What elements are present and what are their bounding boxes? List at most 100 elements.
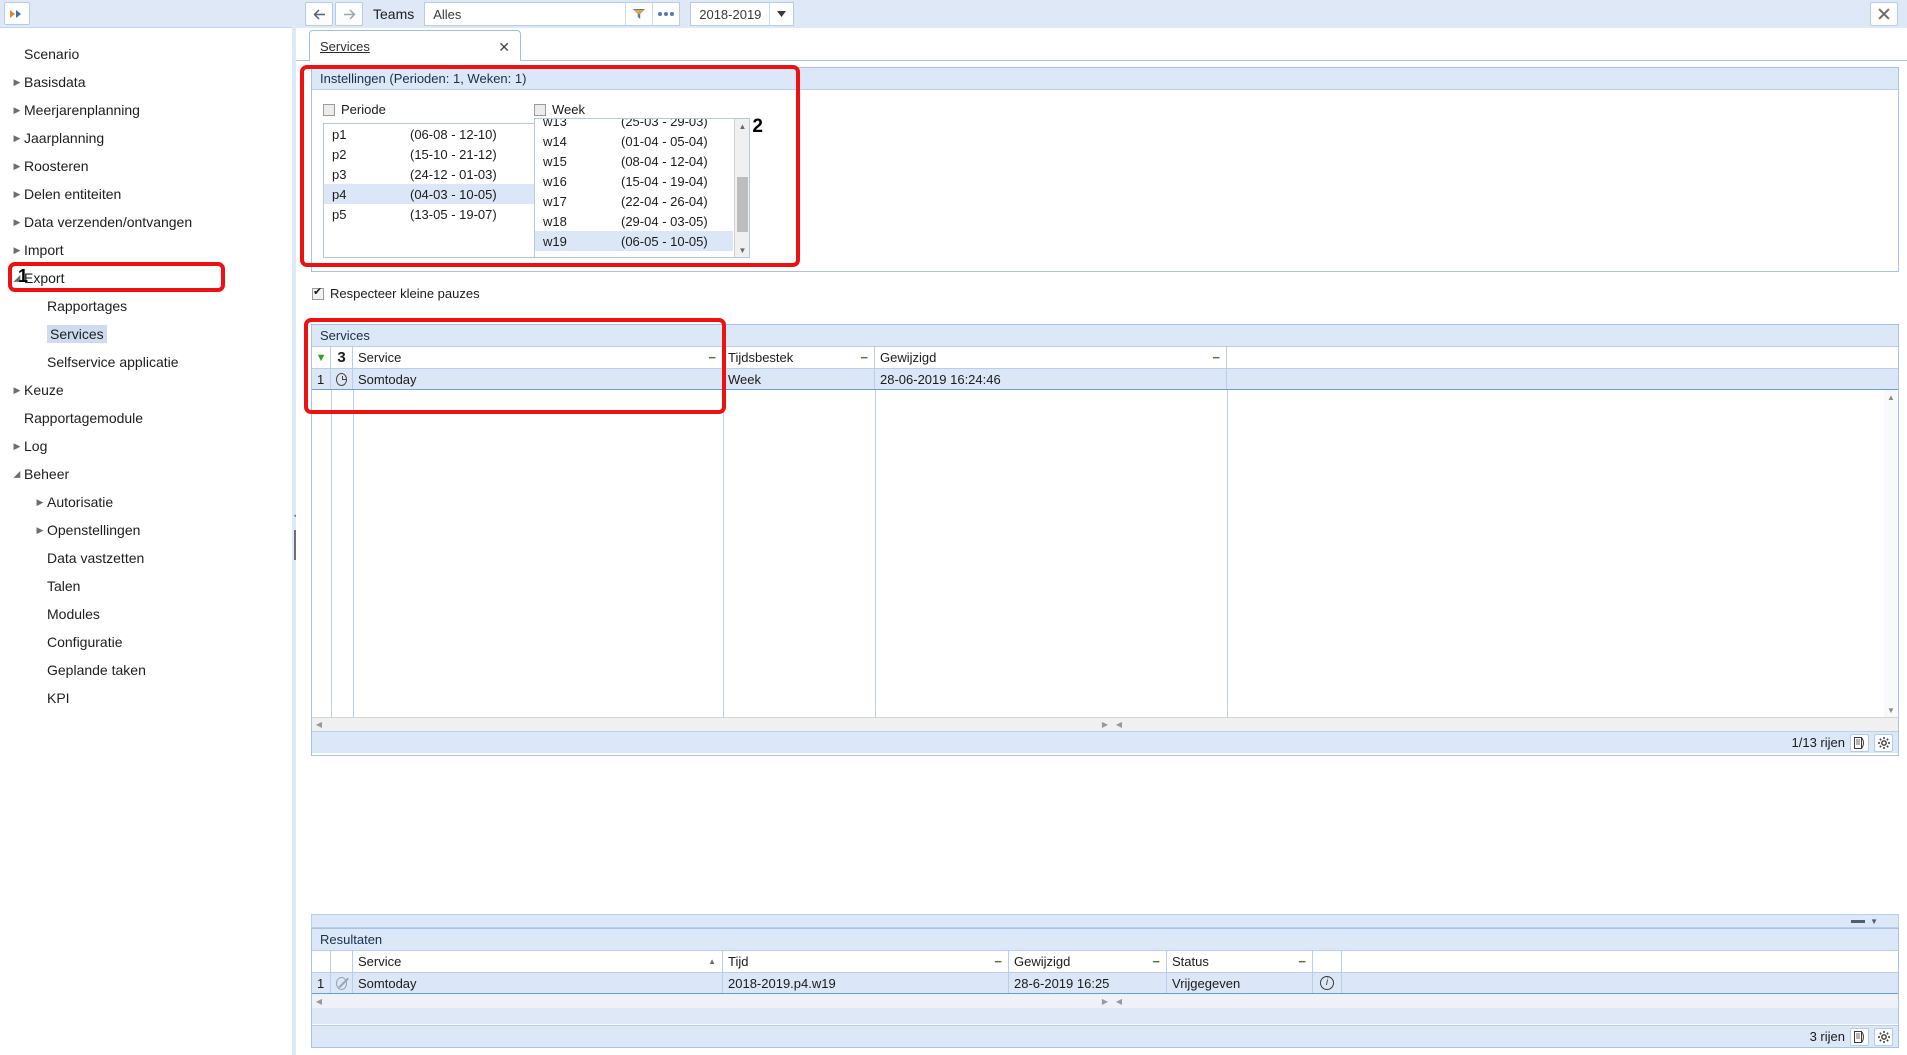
periode-list-item[interactable]: p3 (24-12 - 01-03) [324, 164, 538, 184]
results-horizontal-scrollbar[interactable]: ◀ ▶ ◀ [312, 994, 1898, 1008]
gear-icon[interactable] [1874, 1027, 1893, 1046]
sidebar-item-export[interactable]: ◥ Export [0, 264, 295, 292]
chevron-down-icon[interactable]: ◥ [12, 467, 23, 481]
sidebar-item-rapportages[interactable]: ▶Rapportages [0, 292, 295, 320]
periode-list-item[interactable]: p4 (04-03 - 10-05) [324, 184, 538, 204]
scroll-right-icon[interactable]: ▶ [1098, 997, 1112, 1006]
close-icon[interactable]: ✕ [498, 40, 510, 54]
scroll-right-icon[interactable]: ▶ [1098, 720, 1112, 729]
week-list-item[interactable]: w19 (06-05 - 10-05) [535, 231, 733, 251]
sidebar-item-kpi[interactable]: ▶KPI [0, 684, 295, 712]
sidebar-item-basisdata[interactable]: ▶ Basisdata [0, 68, 295, 96]
sidebar-item-autorisatie[interactable]: ▶ Autorisatie [0, 488, 295, 516]
chevron-right-icon[interactable]: ▶ [10, 441, 24, 452]
chevron-right-icon[interactable]: ▶ [10, 245, 24, 256]
sidebar-item-geplande-taken[interactable]: ▶Geplande taken [0, 656, 295, 684]
expand-panel-icon[interactable] [4, 2, 30, 25]
sidebar-item-configuratie[interactable]: ▶Configuratie [0, 628, 295, 656]
week-checkbox-row[interactable]: Week [534, 102, 585, 117]
arrow-left-icon[interactable] [305, 2, 333, 26]
services-vertical-scrollbar[interactable]: ▲ ▼ [1884, 390, 1898, 753]
periode-listbox[interactable]: p1 (06-08 - 12-10) p2 (15-10 - 21-12) p3 (24-… [323, 123, 539, 258]
sidebar-item-jaarplanning[interactable]: ▶ Jaarplanning [0, 124, 295, 152]
week-scrollbar[interactable]: ▲ ▼ [734, 119, 749, 257]
arrow-right-icon[interactable] [335, 2, 363, 26]
tab-services[interactable]: Services ✕ [309, 30, 521, 62]
export-list-icon[interactable] [1850, 1027, 1869, 1046]
scroll-down-icon[interactable]: ▼ [735, 243, 749, 257]
week-list-item[interactable]: w13 (25-03 - 29-03) [535, 119, 733, 131]
column-header-status[interactable]: Status − [1167, 951, 1313, 972]
sidebar-item-rapportagemodule[interactable]: ▶Rapportagemodule [0, 404, 295, 432]
column-menu-icon[interactable]: − [1298, 954, 1306, 969]
funnel-dropdown-icon[interactable] [626, 3, 653, 25]
sidebar-item-beheer[interactable]: ◥ Beheer [0, 460, 295, 488]
respect-pauses-checkbox[interactable] [312, 286, 324, 300]
sidebar-item-delen-entiteiten[interactable]: ▶ Delen entiteiten [0, 180, 295, 208]
sidebar-item-openstellingen[interactable]: ▶ Openstellingen [0, 516, 295, 544]
column-header-tijd[interactable]: Tijd − [723, 951, 1009, 972]
info-icon[interactable]: i [1313, 973, 1342, 993]
scroll-up-icon[interactable]: ▲ [1884, 390, 1898, 404]
table-row[interactable]: 1 Somtoday 2018-2019.p4.w19 28-6-2019 16… [312, 973, 1898, 994]
respect-pauses-row[interactable]: Respecteer kleine pauzes [312, 286, 480, 301]
ellipsis-icon[interactable] [653, 3, 680, 25]
teams-combo[interactable]: Alles [424, 2, 681, 26]
sidebar-item-selfservice-applicatie[interactable]: ▶Selfservice applicatie [0, 348, 295, 376]
scrollbar-thumb[interactable] [737, 177, 748, 232]
column-header-tijdsbestek[interactable]: Tijdsbestek − [723, 347, 875, 368]
services-horizontal-scrollbar[interactable]: ◀ ▶ ◀ [312, 717, 1898, 731]
column-menu-icon[interactable]: − [1152, 954, 1160, 969]
column-header-gewijzigd[interactable]: Gewijzigd − [875, 347, 1227, 368]
splitter-chevron-icon[interactable]: ▼ [1870, 917, 1878, 926]
chevron-down-icon[interactable] [770, 3, 794, 25]
scroll-down-icon[interactable]: ▼ [1884, 703, 1898, 717]
sidebar-item-data-verzenden-ontvangen[interactable]: ▶ Data verzenden/ontvangen [0, 208, 295, 236]
week-list-item[interactable]: w15 (08-04 - 12-04) [535, 151, 733, 171]
grids-splitter[interactable]: ▼ [311, 914, 1899, 928]
chevron-right-icon[interactable]: ▶ [10, 161, 24, 172]
week-list-item[interactable]: w17 (22-04 - 26-04) [535, 191, 733, 211]
chevron-right-icon[interactable]: ▶ [10, 77, 24, 88]
chevron-right-icon[interactable]: ▶ [33, 525, 47, 536]
column-header-service[interactable]: Service − [353, 347, 723, 368]
table-row[interactable]: 1 Somtoday Week 28-06-2019 16:24:46 [312, 369, 1898, 390]
sidebar-item-import[interactable]: ▶ Import [0, 236, 295, 264]
scroll-left-icon[interactable]: ◀ [312, 720, 326, 729]
chevron-right-icon[interactable]: ▶ [10, 217, 24, 228]
chevron-right-icon[interactable]: ▶ [33, 497, 47, 508]
column-menu-icon[interactable]: − [708, 350, 716, 365]
periode-checkbox[interactable] [323, 103, 335, 116]
sidebar-item-keuze[interactable]: ▶ Keuze [0, 376, 295, 404]
sidebar-item-meerjarenplanning[interactable]: ▶ Meerjarenplanning [0, 96, 295, 124]
gear-icon[interactable] [1874, 733, 1893, 752]
sidebar-item-services[interactable]: ▶Services [0, 320, 295, 348]
periode-list-item[interactable]: p2 (15-10 - 21-12) [324, 144, 538, 164]
column-menu-icon[interactable]: − [860, 350, 868, 365]
close-icon[interactable] [1870, 2, 1898, 26]
chevron-right-icon[interactable]: ▶ [10, 133, 24, 144]
scroll-up-icon[interactable]: ▲ [735, 119, 749, 133]
sidebar-item-modules[interactable]: ▶Modules [0, 600, 295, 628]
chevron-right-icon[interactable]: ▶ [10, 189, 24, 200]
year-combo[interactable]: 2018-2019 [690, 2, 795, 26]
scroll-left-icon-2[interactable]: ◀ [1112, 720, 1126, 729]
sidebar-item-scenario[interactable]: ▶Scenario [0, 40, 295, 68]
week-list-item[interactable]: w14 (01-04 - 05-04) [535, 131, 733, 151]
week-checkbox[interactable] [534, 103, 546, 116]
periode-list-item[interactable]: p1 (06-08 - 12-10) [324, 124, 538, 144]
sidebar-item-talen[interactable]: ▶Talen [0, 572, 295, 600]
scroll-left-icon-2[interactable]: ◀ [1112, 997, 1126, 1006]
sidebar-item-data-vastzetten[interactable]: ▶Data vastzetten [0, 544, 295, 572]
funnel-icon[interactable]: ▼ [312, 347, 331, 368]
periode-checkbox-row[interactable]: Periode [323, 102, 386, 117]
week-list-item[interactable]: w18 (29-04 - 03-05) [535, 211, 733, 231]
scroll-left-icon[interactable]: ◀ [312, 997, 326, 1006]
column-menu-icon[interactable]: − [1212, 350, 1220, 365]
column-header-gewijzigd[interactable]: Gewijzigd − [1009, 951, 1167, 972]
column-header-service[interactable]: Service ▲ [353, 951, 723, 972]
export-list-icon[interactable] [1850, 733, 1869, 752]
periode-list-item[interactable]: p5 (13-05 - 19-07) [324, 204, 538, 224]
week-list-item[interactable]: w16 (15-04 - 19-04) [535, 171, 733, 191]
week-listbox[interactable]: w13 (25-03 - 29-03) w14 (01-04 - 05-04) w15 (… [534, 118, 750, 258]
